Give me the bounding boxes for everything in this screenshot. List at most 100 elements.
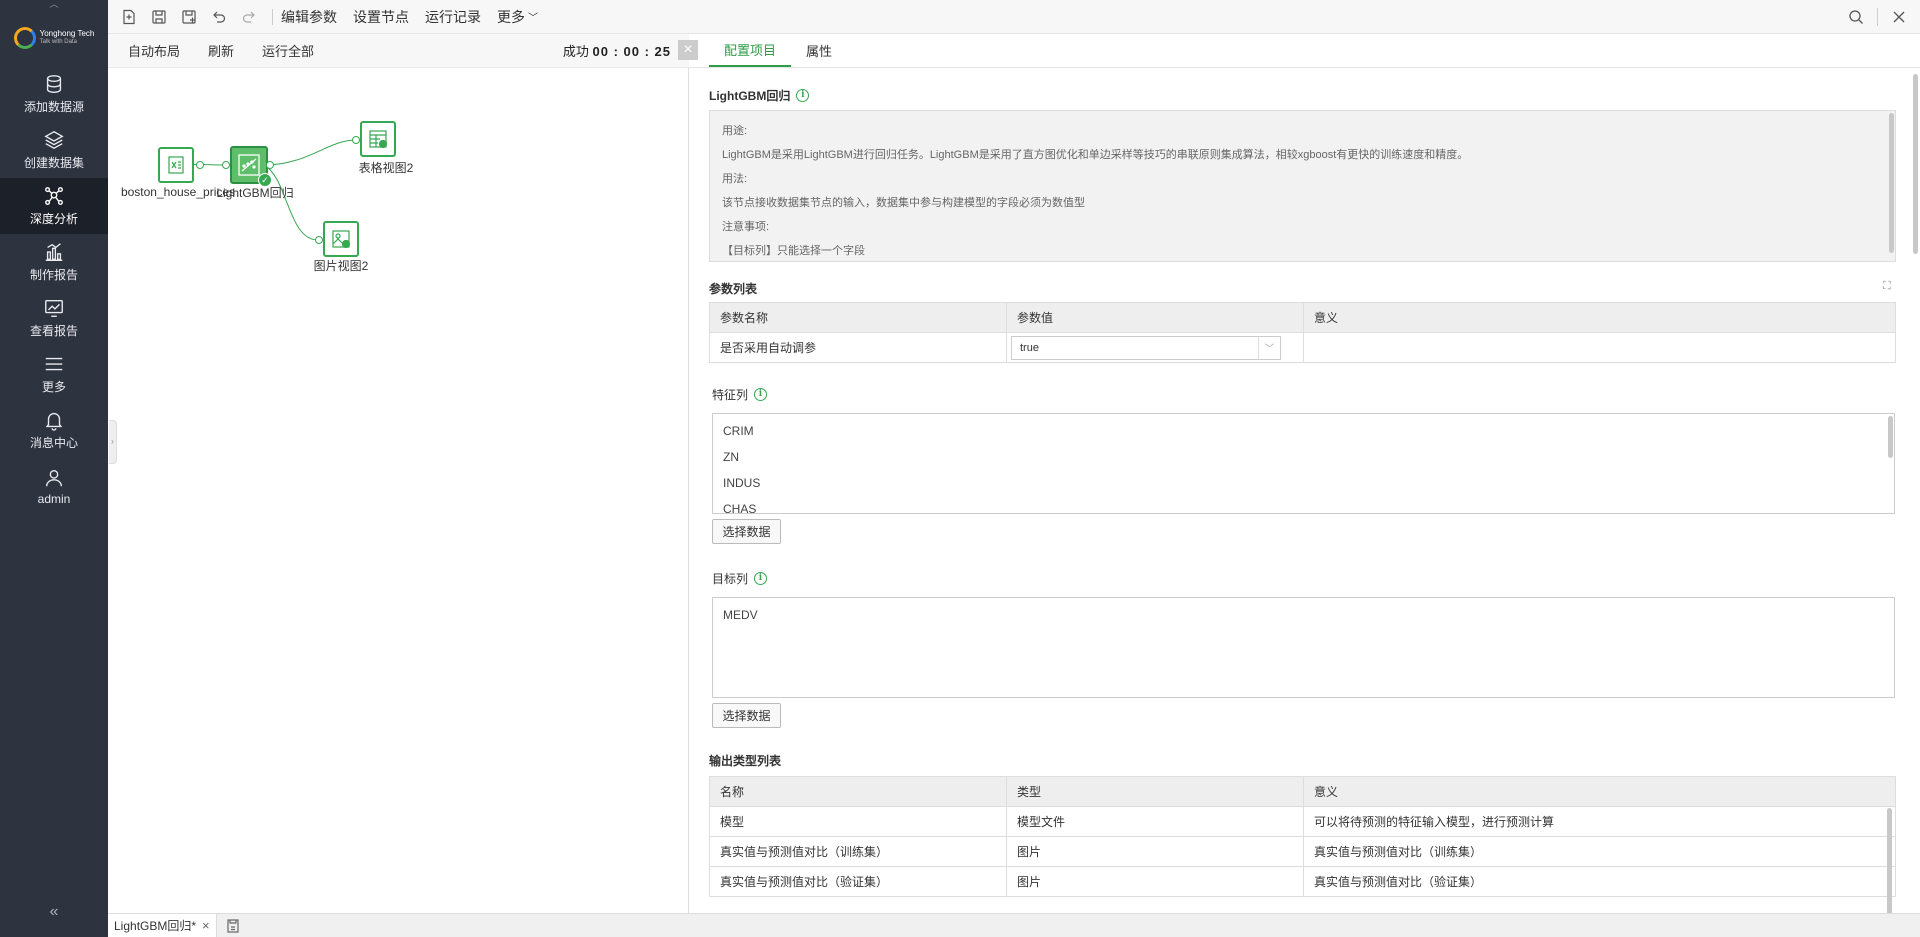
set-node-button[interactable]: 设置节点 xyxy=(353,7,409,27)
params-header-meaning: 意义 xyxy=(1303,302,1896,333)
node-table-view[interactable] xyxy=(360,121,396,157)
refresh-button[interactable]: 刷新 xyxy=(208,41,234,60)
edit-params-button[interactable]: 编辑参数 xyxy=(281,7,337,27)
output-meaning-cell: 真实值与预测值对比（验证集） xyxy=(1303,866,1896,897)
outputs-header-type: 类型 xyxy=(1006,776,1304,807)
desc-scrollbar[interactable] xyxy=(1889,113,1894,253)
output-name-cell: 真实值与预测值对比（训练集） xyxy=(709,836,1007,867)
features-title-text: 特征列 xyxy=(712,388,749,402)
param-value-select[interactable]: true ﹀ xyxy=(1011,335,1281,360)
user-icon xyxy=(45,469,63,486)
panel-scrollbar[interactable] xyxy=(1913,74,1918,254)
output-meaning-cell: 可以将待预测的特征输入模型，进行预测计算 xyxy=(1303,806,1896,837)
toolbar-divider xyxy=(272,8,273,25)
tab-config[interactable]: 配置项目 xyxy=(709,34,792,67)
run-status: 成功 00 : 00 : 25 xyxy=(563,41,671,60)
close-panel-icon[interactable]: × xyxy=(678,40,698,60)
panel-splitter-handle[interactable]: › xyxy=(109,420,117,464)
info-icon[interactable]: i xyxy=(796,89,810,102)
node-table-view-label: 表格视图2 xyxy=(358,161,414,175)
param-value-selected: true xyxy=(1020,341,1039,354)
save-as-icon[interactable] xyxy=(174,0,204,34)
nav-label: 创建数据集 xyxy=(23,156,84,170)
fullscreen-icon[interactable]: ⛶ xyxy=(1883,280,1895,292)
features-scrollbar[interactable] xyxy=(1888,416,1893,458)
collapse-up-icon[interactable]: ︿ xyxy=(0,0,108,10)
undo-icon[interactable] xyxy=(204,0,234,34)
link-model-image xyxy=(263,164,319,241)
description-box: 用途: LightGBM是采用LightGBM进行回归任务。LightGBM是采… xyxy=(709,110,1896,262)
nav-make-report[interactable]: 制作报告 xyxy=(0,234,108,290)
target-title: 目标列 i xyxy=(712,570,768,587)
new-file-icon[interactable] xyxy=(114,0,144,34)
features-select-button[interactable]: 选择数据 xyxy=(712,519,781,544)
redo-icon[interactable] xyxy=(234,0,264,34)
target-select-button[interactable]: 选择数据 xyxy=(712,703,781,728)
run-log-button[interactable]: 运行记录 xyxy=(425,7,481,27)
bell-icon xyxy=(45,412,63,431)
close-tab-icon[interactable]: × xyxy=(202,918,210,933)
config-panel: 配置项目 属性 LightGBM回归 i 用途: LightGBM是采用Ligh… xyxy=(689,34,1920,918)
nav-deep-analysis[interactable]: 深度分析 xyxy=(0,178,108,234)
run-all-button[interactable]: 运行全部 xyxy=(262,41,314,60)
info-icon[interactable]: i xyxy=(754,388,768,401)
list-item[interactable]: INDUS xyxy=(713,470,1894,496)
nav-view-report[interactable]: 查看报告 xyxy=(0,290,108,346)
node-input-port[interactable] xyxy=(222,161,230,169)
nav-message-center[interactable]: 消息中心 xyxy=(0,402,108,458)
search-icon[interactable] xyxy=(1835,0,1877,34)
doc-tab-lightgbm[interactable]: LightGBM回归* × xyxy=(108,913,217,937)
table-row: 真实值与预测值对比（验证集） 图片 真实值与预测值对比（验证集） xyxy=(709,866,1896,897)
nav-label: 添加数据源 xyxy=(23,100,84,114)
run-status-label: 成功 xyxy=(562,44,589,59)
params-title: 参数列表 xyxy=(709,280,757,297)
more-menu-label: 更多 xyxy=(497,8,525,25)
node-input-port[interactable] xyxy=(352,136,360,144)
nav-add-datasource[interactable]: 添加数据源 xyxy=(0,66,108,122)
list-item[interactable]: CHAS xyxy=(713,496,1894,513)
param-name-cell: 是否采用自动调参 xyxy=(709,332,1007,363)
document-tabs: LightGBM回归* × xyxy=(108,913,1920,937)
panel-title-text: LightGBM回归 xyxy=(709,89,791,103)
output-meaning-cell: 真实值与预测值对比（训练集） xyxy=(1303,836,1896,867)
list-item[interactable]: ZN xyxy=(713,444,1894,470)
node-output-port[interactable] xyxy=(196,161,204,169)
node-image-view-label: 图片视图2 xyxy=(313,259,369,273)
tab-properties[interactable]: 属性 xyxy=(791,34,847,67)
features-list[interactable]: CRIM ZN INDUS CHAS xyxy=(712,413,1895,514)
nav-create-dataset[interactable]: 创建数据集 xyxy=(0,122,108,178)
output-type-cell: 图片 xyxy=(1006,866,1304,897)
nav-label: 深度分析 xyxy=(29,212,78,226)
flow-canvas[interactable]: boston_house_prices ✓ LightGBM回归 表格视图2 图… xyxy=(108,68,689,913)
logo-brand: Yonghong Tech xyxy=(39,29,95,38)
node-source[interactable] xyxy=(158,147,194,183)
nav-admin[interactable]: admin xyxy=(0,458,108,514)
node-input-port[interactable] xyxy=(315,236,323,244)
excel-file-icon xyxy=(168,156,184,174)
auto-layout-button[interactable]: 自动布局 xyxy=(128,41,180,60)
collapse-sidebar-icon[interactable]: « xyxy=(0,903,108,921)
menu-icon xyxy=(45,357,63,371)
list-item[interactable]: MEDV xyxy=(713,602,1894,628)
list-item[interactable]: CRIM xyxy=(713,418,1894,444)
outputs-scrollbar[interactable] xyxy=(1887,808,1892,918)
tab-list-icon[interactable] xyxy=(225,918,241,934)
outputs-header-name: 名称 xyxy=(709,776,1007,807)
info-icon[interactable]: i xyxy=(754,572,768,585)
regression-icon xyxy=(238,154,260,176)
desc-line: 注意事项: xyxy=(722,221,770,233)
save-icon[interactable] xyxy=(144,0,174,34)
target-list[interactable]: MEDV xyxy=(712,597,1895,698)
nav-label: admin xyxy=(37,491,71,506)
output-type-cell: 模型文件 xyxy=(1006,806,1304,837)
table-row: 真实值与预测值对比（训练集） 图片 真实值与预测值对比（训练集） xyxy=(709,836,1896,867)
close-icon[interactable] xyxy=(1878,0,1920,34)
node-image-view[interactable] xyxy=(323,221,359,257)
nav-more[interactable]: 更多 xyxy=(0,346,108,402)
table-row: 是否采用自动调参 true ﹀ xyxy=(709,332,1896,363)
more-menu-button[interactable]: 更多 ﹀ xyxy=(497,7,538,27)
desc-line: LightGBM是采用LightGBM进行回归任务。LightGBM是采用了直方… xyxy=(722,149,1469,161)
node-output-port[interactable] xyxy=(266,161,274,169)
toolbar: 编辑参数 设置节点 运行记录 更多 ﹀ xyxy=(108,0,1920,34)
image-view-icon xyxy=(332,230,351,249)
